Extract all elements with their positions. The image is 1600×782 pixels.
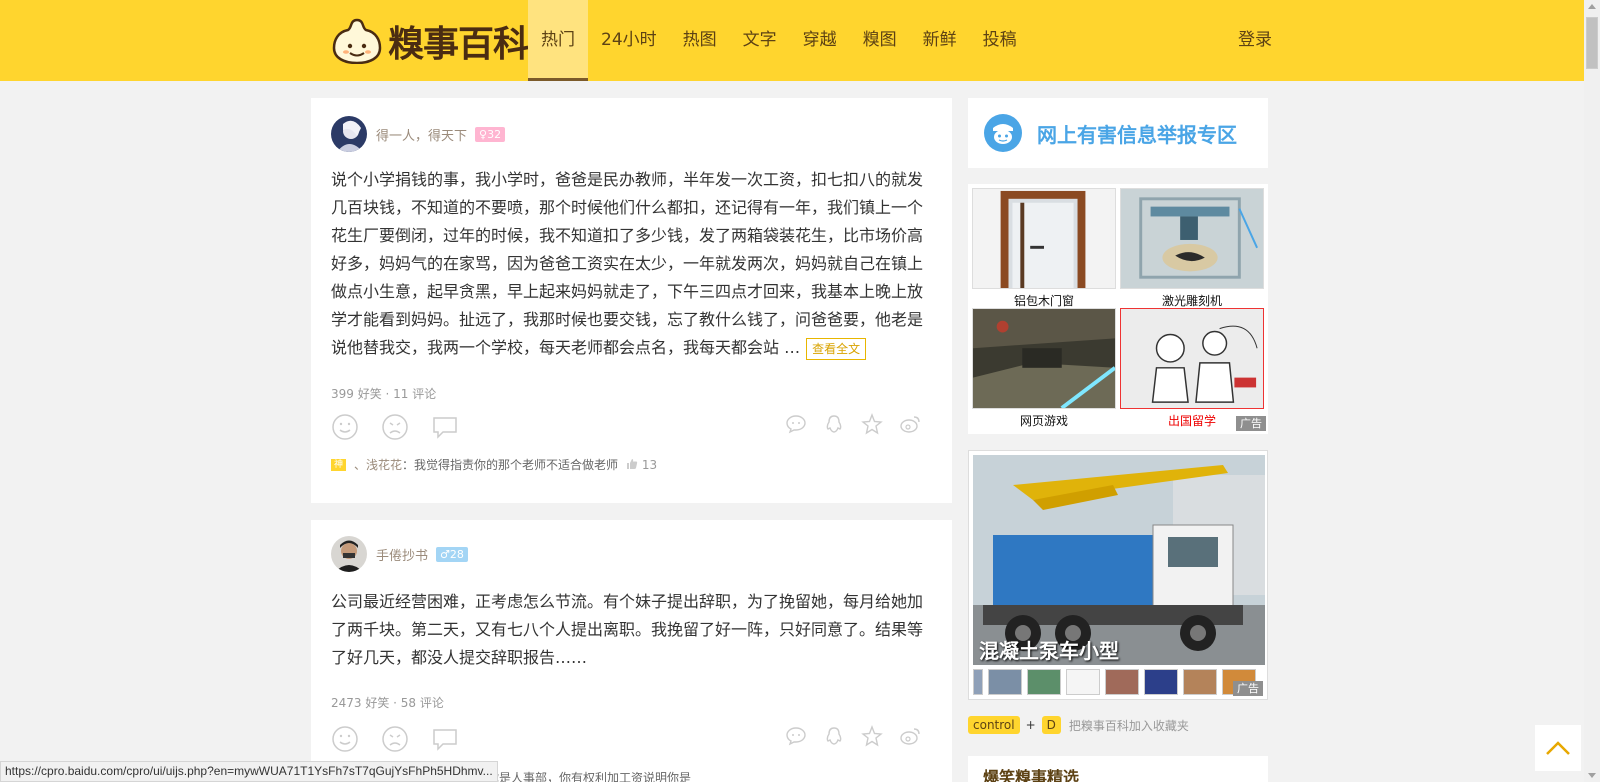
smile-icon[interactable] [331,725,359,753]
sponsored-ad-grid: 铝包木门窗 激光雕刻机 网页游戏 出国留学 广告 [968,184,1268,434]
key-control: control [968,716,1020,734]
weibo-icon[interactable] [899,725,921,747]
ad-image-study-abroad [1120,308,1264,409]
ad-thumbnail[interactable] [1144,669,1178,695]
nav-submit[interactable]: 投稿 [970,0,1030,81]
status-bar-url: https://cpro.baidu.com/cpro/ui/uijs.php?… [0,761,498,782]
comment-icon[interactable] [431,413,459,441]
scrollbar-thumb[interactable] [1586,17,1598,69]
ad-item[interactable]: 出国留学 [1120,308,1264,429]
qq-icon[interactable] [823,725,845,747]
avatar[interactable] [331,536,367,572]
ad-item[interactable]: 网页游戏 [972,308,1117,429]
site-logo[interactable]: 糗事百科 [330,12,529,70]
post-card: 得一人，得天下 ♀32 说个小学捐钱的事，我小学时，爸爸是民办教师，半年发一次工… [311,98,952,503]
ad-thumbnail[interactable] [1105,669,1139,695]
ad-image-laser-engraver [1120,188,1264,289]
featured-section-title: 爆笑糗事精选 [968,756,1268,782]
nav-24h[interactable]: 24小时 [588,0,670,81]
nav-history[interactable]: 穿越 [790,0,850,81]
ad-caption: 网页游戏 [1019,414,1068,428]
comment-icon[interactable] [431,725,459,753]
post-author: 手倦抄书 ♂28 [331,536,468,572]
age-badge: ♀32 [475,126,506,142]
male-icon: ♂ [440,547,450,561]
ad-caption: 激光雕刻机 [1161,294,1222,308]
nav-hot[interactable]: 热门 [528,0,588,81]
frown-icon[interactable] [381,725,409,753]
ad-thumbnail-strip [973,669,1256,695]
god-comment-tag: 神 [331,458,347,471]
nav-fresh[interactable]: 新鲜 [910,0,970,81]
post-content[interactable]: 说个小学捐钱的事，我小学时，爸爸是民办教师，半年发一次工资，扣七扣八的就发几百块… [331,166,929,362]
post-actions [331,413,931,441]
avatar[interactable] [331,116,367,152]
brand-name: 糗事百科 [388,23,529,65]
ad-item[interactable]: 激光雕刻机 [1120,188,1264,309]
sponsored-ad-banner[interactable]: 混凝土泵车小型 广告 [968,450,1268,700]
smile-icon[interactable] [331,413,359,441]
back-to-top-button[interactable] [1535,725,1581,771]
report-harmful-info-banner[interactable]: 网上有害信息举报专区 [968,98,1268,168]
login-link[interactable]: 登录 [1238,0,1272,81]
police-icon [984,114,1022,152]
key-d: D [1041,716,1061,734]
read-more-button[interactable]: 查看全文 [806,337,867,360]
favorite-text: 把糗事百科加入收藏夹 [1068,718,1189,733]
ad-thumbnail[interactable] [1066,669,1100,695]
ad-label: 广告 [1233,681,1263,696]
post-card: 手倦抄书 ♂28 公司最近经营困难，正考虑怎么节流。有个妹子提出辞职，为了挽留她… [311,520,952,782]
wechat-icon[interactable] [785,413,807,435]
ad-thumbnail[interactable] [1027,669,1061,695]
ad-image-door [972,188,1116,289]
post-author: 得一人，得天下 ♀32 [331,116,506,152]
commenter-name[interactable]: 、浅花花 [354,456,402,473]
top-header: 糗事百科 热门 24小时 热图 文字 穿越 糗图 新鲜 投稿 登录 [0,0,1584,81]
chevron-up-icon [1546,741,1570,755]
age-badge: ♂28 [436,546,468,562]
post-content[interactable]: 公司最近经营困难，正考虑怎么节流。有个妹子提出辞职，为了挽留她，每月给她加了两千… [331,588,929,672]
ad-thumbnail[interactable] [973,669,983,695]
ad-image-concrete-pump-truck [973,455,1265,665]
wechat-icon[interactable] [785,725,807,747]
post-stats: 2473 好笑 · 58 评论 [331,696,444,710]
nav-funny-images[interactable]: 糗图 [850,0,910,81]
nav-text[interactable]: 文字 [730,0,790,81]
qzone-star-icon[interactable] [861,413,883,435]
nav-hot-images[interactable]: 热图 [670,0,730,81]
ad-caption: 铝包木门窗 [1013,294,1074,308]
author-name[interactable]: 手倦抄书 [376,545,428,564]
scroll-up-icon[interactable] [1588,4,1596,9]
logo-mascot-icon [332,18,382,64]
plus-sign: + [1025,718,1036,732]
qq-icon[interactable] [823,413,845,435]
author-name[interactable]: 得一人，得天下 [376,125,467,144]
hot-comment[interactable]: 神 、浅花花 ：我觉得指责你的那个老师不适合做老师 13 [331,456,657,473]
ad-item[interactable]: 铝包木门窗 [972,188,1116,309]
page-scrollbar[interactable] [1584,0,1600,782]
comment-likes[interactable]: 13 [626,458,657,472]
post-stats: 399 好笑 · 11 评论 [331,387,437,401]
ad-label: 广告 [1236,416,1266,431]
thumbs-up-icon [627,458,638,469]
add-favorite-hint: control + D 把糗事百科加入收藏夹 [968,716,1189,734]
ad-image-web-game [972,308,1117,410]
post-actions [331,725,931,753]
ad-banner-title: 混凝土泵车小型 [979,639,1119,663]
main-nav: 热门 24小时 热图 文字 穿越 糗图 新鲜 投稿 [528,0,1030,81]
comment-text: ：我觉得指责你的那个老师不适合做老师 [402,458,619,472]
qzone-star-icon[interactable] [861,725,883,747]
scroll-down-icon[interactable] [1588,773,1596,778]
weibo-icon[interactable] [899,413,921,435]
frown-icon[interactable] [381,413,409,441]
report-title: 网上有害信息举报专区 [1037,122,1237,147]
female-icon: ♀ [479,127,488,141]
ad-thumbnail[interactable] [1183,669,1217,695]
ad-thumbnail[interactable] [988,669,1022,695]
